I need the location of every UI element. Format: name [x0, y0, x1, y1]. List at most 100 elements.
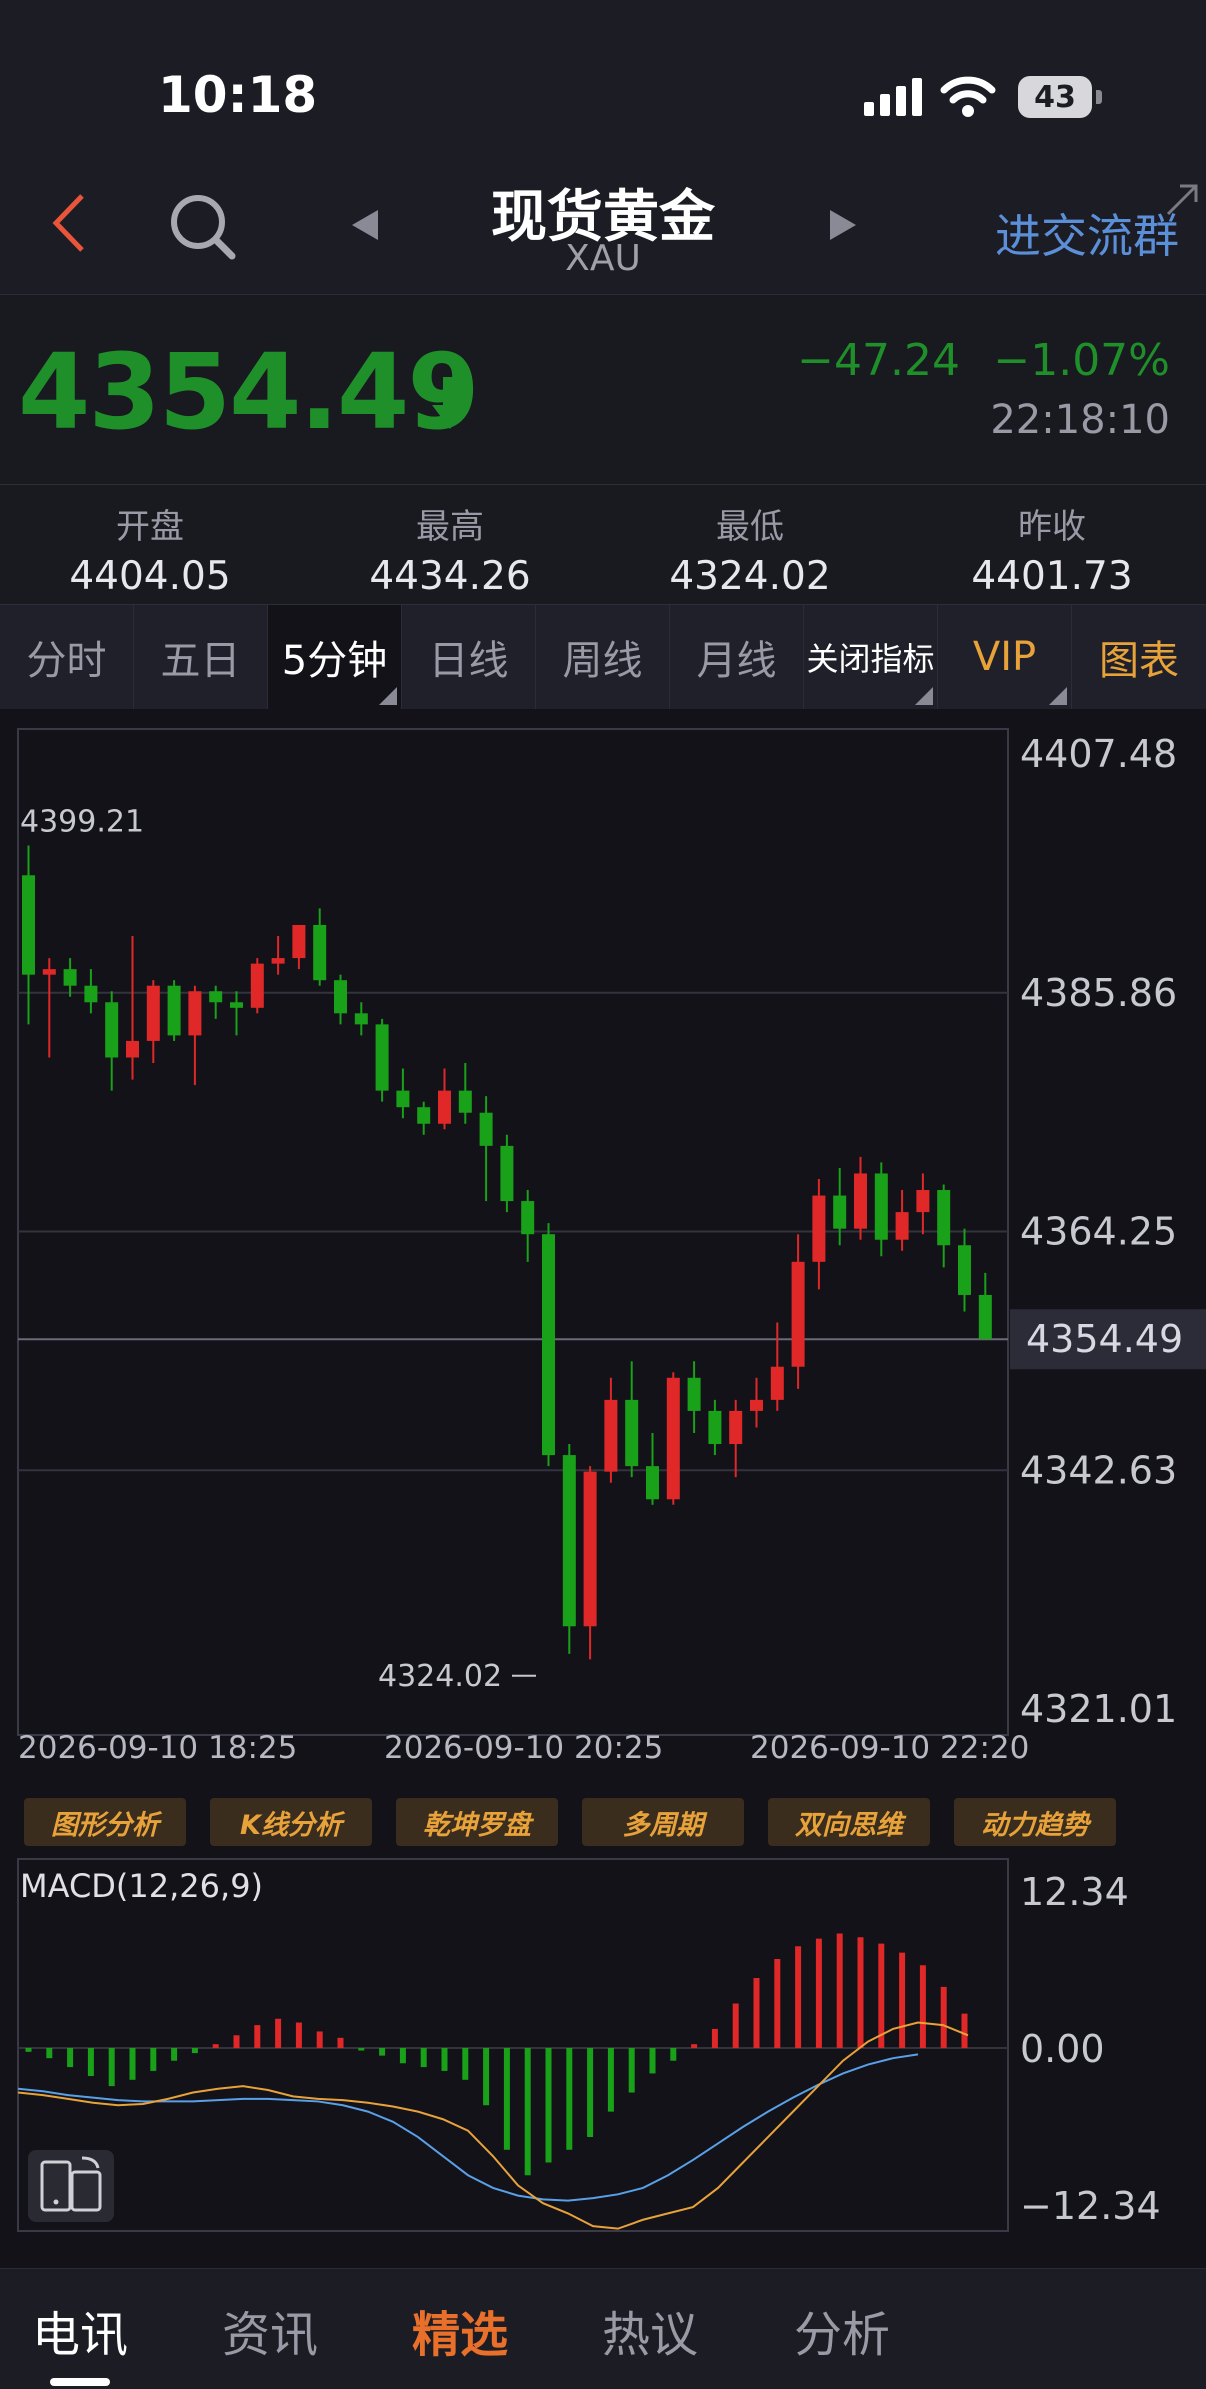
candle-body: [334, 980, 347, 1014]
x-tick-label: 2026-09-10 20:25: [384, 1730, 663, 1766]
candle-body: [874, 1173, 888, 1240]
candle-body: [978, 1294, 992, 1340]
prev-instrument-icon[interactable]: [350, 208, 380, 242]
candle-body: [188, 991, 202, 1036]
page-subtitle: XAU: [565, 238, 641, 279]
bottom-nav-news[interactable]: 资讯: [222, 2295, 318, 2365]
x-tick-label: 2026-09-10 18:25: [18, 1730, 297, 1766]
candle-body: [812, 1195, 826, 1262]
tab-label: 日线: [428, 638, 509, 684]
stat-high: 最高 4434.26: [300, 485, 600, 599]
join-group-link[interactable]: 进交流群: [964, 200, 1179, 266]
tab-label: 月线: [696, 638, 777, 684]
y-tick-label: 4407.48: [1020, 732, 1177, 776]
candle-body: [854, 1173, 867, 1229]
back-icon[interactable]: [44, 188, 94, 258]
candle-body: [292, 924, 306, 959]
tab-intraday[interactable]: 分时: [0, 605, 134, 709]
dropdown-corner-icon: [379, 687, 397, 705]
candle-body: [375, 1024, 389, 1091]
expand-corner-icon[interactable]: [1164, 182, 1200, 218]
tab-daily[interactable]: 日线: [402, 605, 536, 709]
candlestick-chart[interactable]: 4407.48 4385.86 4364.25 4342.63 4321.01 4354.…: [0, 709, 1206, 1769]
stat-value: 4434.26: [369, 554, 531, 599]
tab-label: 周线: [562, 638, 643, 684]
dropdown-corner-icon: [1049, 687, 1067, 705]
quote-panel: 4354.49 −47.24 −1.07% 22:18:10: [0, 295, 1206, 485]
candle-body: [833, 1195, 847, 1229]
candle-body: [84, 985, 98, 1003]
candle-body: [521, 1201, 535, 1235]
candle-body: [479, 1112, 493, 1146]
stats-row: 开盘 4404.05 最高 4434.26 最低 4324.02 昨收 4401…: [0, 485, 1206, 605]
tool-kline-analysis[interactable]: K线分析: [210, 1798, 372, 1846]
candle-body: [22, 875, 35, 975]
search-icon[interactable]: [166, 190, 238, 262]
candle-body: [396, 1090, 410, 1108]
bottom-nav-hot[interactable]: 热议: [602, 2295, 698, 2365]
tab-5min[interactable]: 5分钟: [268, 605, 402, 709]
candle-body: [209, 991, 223, 1003]
candle-body: [417, 1107, 431, 1124]
next-instrument-icon[interactable]: [828, 208, 858, 242]
device-rotate-icon[interactable]: [28, 2150, 114, 2222]
battery-icon: 43: [1018, 76, 1102, 118]
y-tick-label: 4364.25: [1020, 1210, 1177, 1254]
tab-close-indicator[interactable]: 关闭指标: [804, 605, 938, 709]
tab-label: VIP: [972, 634, 1037, 680]
macd-chart[interactable]: MACD(12,26,9) 12.34 0.00 −12.34: [0, 1855, 1206, 2235]
stat-value: 4404.05: [69, 554, 231, 599]
y-tick-label: 4342.63: [1020, 1448, 1177, 1492]
y-tick-label: 4321.01: [1020, 1687, 1177, 1731]
tool-momentum-trend[interactable]: 动力趋势: [954, 1798, 1116, 1846]
current-price: 4354.49: [18, 331, 480, 453]
bottom-nav-analysis[interactable]: 分析: [794, 2295, 890, 2365]
period-tabs: 分时 五日 5分钟 日线 周线 月线 关闭指标 VIP 图表: [0, 605, 1206, 709]
candle-body: [250, 963, 264, 1008]
tab-label: 分时: [26, 638, 107, 684]
stat-value: 4324.02: [669, 554, 831, 599]
candle-body: [105, 1002, 119, 1058]
candle-body: [167, 985, 181, 1036]
x-tick-label: 2026-09-10 22:20: [750, 1730, 1029, 1766]
tab-label: 5分钟: [281, 638, 388, 684]
wifi-icon: [940, 74, 996, 118]
candle-body: [958, 1245, 971, 1295]
candle-body: [666, 1377, 680, 1500]
candle-body: [438, 1090, 451, 1124]
high-annotation: 4399.21: [20, 804, 144, 839]
tab-five-day[interactable]: 五日: [134, 605, 268, 709]
candle-body: [271, 958, 285, 964]
candle-body: [604, 1399, 618, 1472]
candle-body: [313, 924, 327, 981]
stat-low: 最低 4324.02: [600, 485, 900, 599]
candle-body: [646, 1466, 659, 1500]
price-change: −47.24: [797, 335, 960, 386]
macd-y-tick-label: −12.34: [1020, 2184, 1161, 2228]
price-change-percent: −1.07%: [993, 335, 1170, 386]
tool-multi-period[interactable]: 多周期: [582, 1798, 744, 1846]
tab-monthly[interactable]: 月线: [670, 605, 804, 709]
tab-weekly[interactable]: 周线: [536, 605, 670, 709]
tab-vip[interactable]: VIP: [938, 605, 1072, 709]
candle-body: [63, 969, 77, 986]
bottom-nav-telegraph[interactable]: 电讯: [32, 2295, 128, 2365]
tab-label: 图表: [1099, 638, 1179, 684]
candle-body: [583, 1471, 597, 1627]
tool-pattern-analysis[interactable]: 图形分析: [24, 1798, 186, 1846]
macd-title: MACD(12,26,9): [20, 1867, 263, 1905]
candle-body: [542, 1234, 555, 1456]
tool-compass[interactable]: 乾坤罗盘: [396, 1798, 558, 1846]
stat-label: 最高: [416, 507, 484, 547]
tool-two-way-thinking[interactable]: 双向思维: [768, 1798, 930, 1846]
status-bar: 10:18 43: [0, 0, 1206, 160]
candle-body: [42, 969, 56, 975]
tab-chart[interactable]: 图表: [1072, 605, 1206, 709]
tab-label: 五日: [160, 638, 241, 684]
macd-dif-line: [17, 2021, 969, 2230]
battery-level: 43: [1034, 79, 1076, 115]
candle-body: [354, 1013, 368, 1025]
y-tick-label: 4385.86: [1020, 971, 1177, 1015]
candle-body: [126, 1040, 139, 1058]
bottom-nav-featured[interactable]: 精选: [412, 2295, 508, 2365]
